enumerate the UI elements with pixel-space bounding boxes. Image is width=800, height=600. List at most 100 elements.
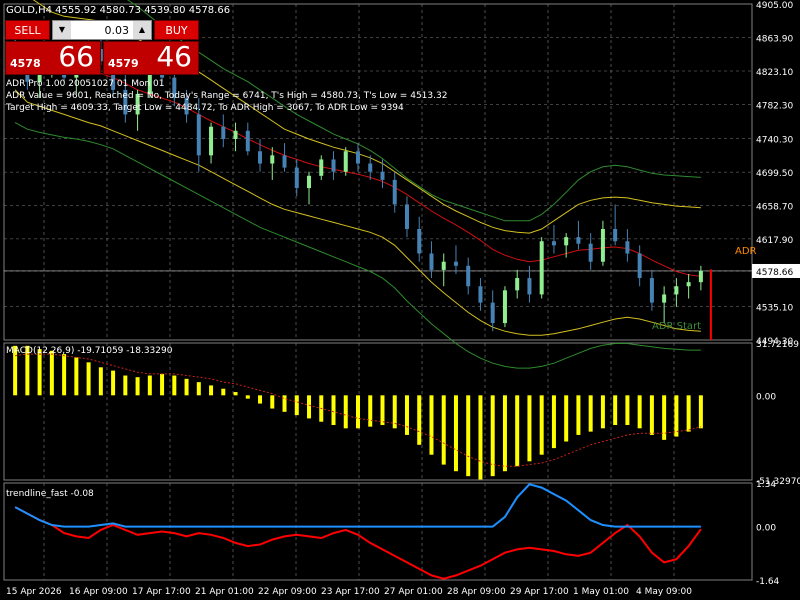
macd-bar (343, 395, 348, 429)
macd-bar (86, 362, 91, 396)
band-yellow-lower (14, 89, 701, 336)
panel-border-3 (3, 482, 753, 581)
lot-size-value[interactable]: 0.03 (71, 24, 133, 37)
one-click-trade-panel: SELL ▼ 0.03 ▲ BUY 4578 66 4579 46 (5, 19, 199, 75)
y-tick-label: 4740.30 (756, 136, 793, 146)
sell-button[interactable]: SELL (5, 20, 50, 40)
macd-bar (649, 395, 654, 435)
candle-body (258, 151, 263, 164)
candle-body (564, 237, 569, 246)
x-tick-label: 15 Apr 2026 (6, 587, 62, 597)
lot-dropdown-icon[interactable]: ▼ (53, 21, 71, 39)
macd-bar (368, 395, 373, 427)
candle-body (600, 228, 605, 262)
macd-bar (380, 395, 385, 426)
candle-body (282, 155, 287, 168)
macd-bar (600, 395, 605, 429)
x-tick-label: 22 Apr 09:00 (258, 587, 317, 597)
macd-title: MACD(12,26,9) -19.71059 -18.33290 (6, 346, 173, 356)
candle-body (380, 171, 385, 180)
macd-bar (502, 395, 507, 472)
macd-bar (294, 395, 299, 416)
candle-body (502, 290, 507, 324)
macd-bar (160, 373, 165, 396)
candle-body (625, 241, 630, 254)
candle-body (307, 175, 312, 189)
candle-body (209, 126, 214, 156)
macd-bar (233, 392, 238, 396)
y-tick-label: 4658.70 (756, 203, 793, 213)
buy-price-small: 4579 (108, 57, 139, 70)
y-tick-label: 4578.66 (756, 268, 793, 278)
candle-body (527, 278, 532, 295)
macd-bar (674, 395, 679, 437)
x-tick-label: 29 Apr 17:00 (510, 587, 569, 597)
trade-controls-row: SELL ▼ 0.03 ▲ BUY (5, 19, 199, 41)
trendline-red (14, 506, 702, 580)
macd-y-tick: 0.00 (756, 392, 776, 402)
macd-bar (404, 395, 409, 435)
macd-bar (429, 395, 434, 455)
buy-price-box[interactable]: 4579 46 (103, 40, 199, 75)
macd-bar (527, 395, 532, 462)
candle-body (686, 282, 691, 287)
macd-panel (13, 345, 703, 480)
macd-bar (123, 375, 128, 396)
y-tick-label: 4535.10 (756, 304, 793, 314)
lot-stepper-icon[interactable]: ▲ (133, 21, 151, 39)
macd-bar (331, 395, 336, 426)
candle-body (294, 167, 299, 189)
adr-info-line-3: Target High = 4609.33, Target Low = 4484… (5, 103, 404, 113)
macd-bar (453, 395, 458, 472)
candle-body (356, 151, 360, 164)
macd-bar (637, 395, 642, 429)
candle-body (576, 237, 581, 244)
candle-body (319, 159, 324, 176)
trend-y-tick: 1.34 (756, 480, 776, 490)
candle-body (466, 265, 471, 287)
candle-body (441, 261, 446, 270)
candle-body (637, 253, 642, 279)
macd-bar (270, 395, 275, 409)
x-tick-label: 16 Apr 09:00 (69, 587, 128, 597)
macd-bar (613, 395, 618, 426)
candle-body (404, 204, 409, 229)
symbol-line: GOLD,H4 4555.92 4580.73 4539.80 4578.66 (6, 5, 230, 16)
macd-y-tick: 31.72169 (756, 340, 799, 350)
macd-bar (588, 395, 593, 432)
macd-bar (196, 382, 201, 396)
candle-body (649, 278, 654, 303)
candle-body (417, 228, 422, 254)
macd-bar (564, 395, 569, 442)
trend-y-tick: 0.00 (756, 524, 776, 534)
macd-bar (172, 375, 177, 396)
buy-button[interactable]: BUY (154, 20, 199, 40)
lot-size-control[interactable]: ▼ 0.03 ▲ (52, 20, 152, 40)
macd-bar (245, 395, 250, 399)
candle-body (662, 294, 667, 303)
candle-body (368, 163, 373, 172)
candle-body (698, 270, 703, 283)
macd-bar (466, 395, 471, 477)
candle-body (245, 130, 250, 152)
macd-bar (221, 388, 226, 396)
x-tick-label: 17 Apr 17:00 (132, 587, 191, 597)
sell-price-box[interactable]: 4578 66 (5, 40, 101, 75)
chart-canvas: 4905.00 4863.90 4823.10 4782.30 4740.30 4699.… (3, 0, 800, 597)
macd-bar (147, 375, 152, 396)
adr-info-line-2: ADR Value = 9601, Reached = No, Today's … (6, 91, 447, 101)
macd-bar (441, 395, 446, 465)
macd-bar (184, 378, 189, 396)
macd-bar (98, 367, 103, 396)
candle-body (233, 130, 238, 139)
macd-bar (478, 395, 483, 480)
candle-body (196, 114, 201, 156)
candle-body (221, 126, 226, 139)
macd-bar (539, 395, 544, 455)
macd-bar (62, 354, 67, 396)
candle-body (490, 302, 495, 324)
trendline-panel (14, 483, 702, 580)
candle-body (515, 278, 520, 291)
macd-bar (576, 395, 581, 435)
macd-bar (356, 395, 360, 429)
